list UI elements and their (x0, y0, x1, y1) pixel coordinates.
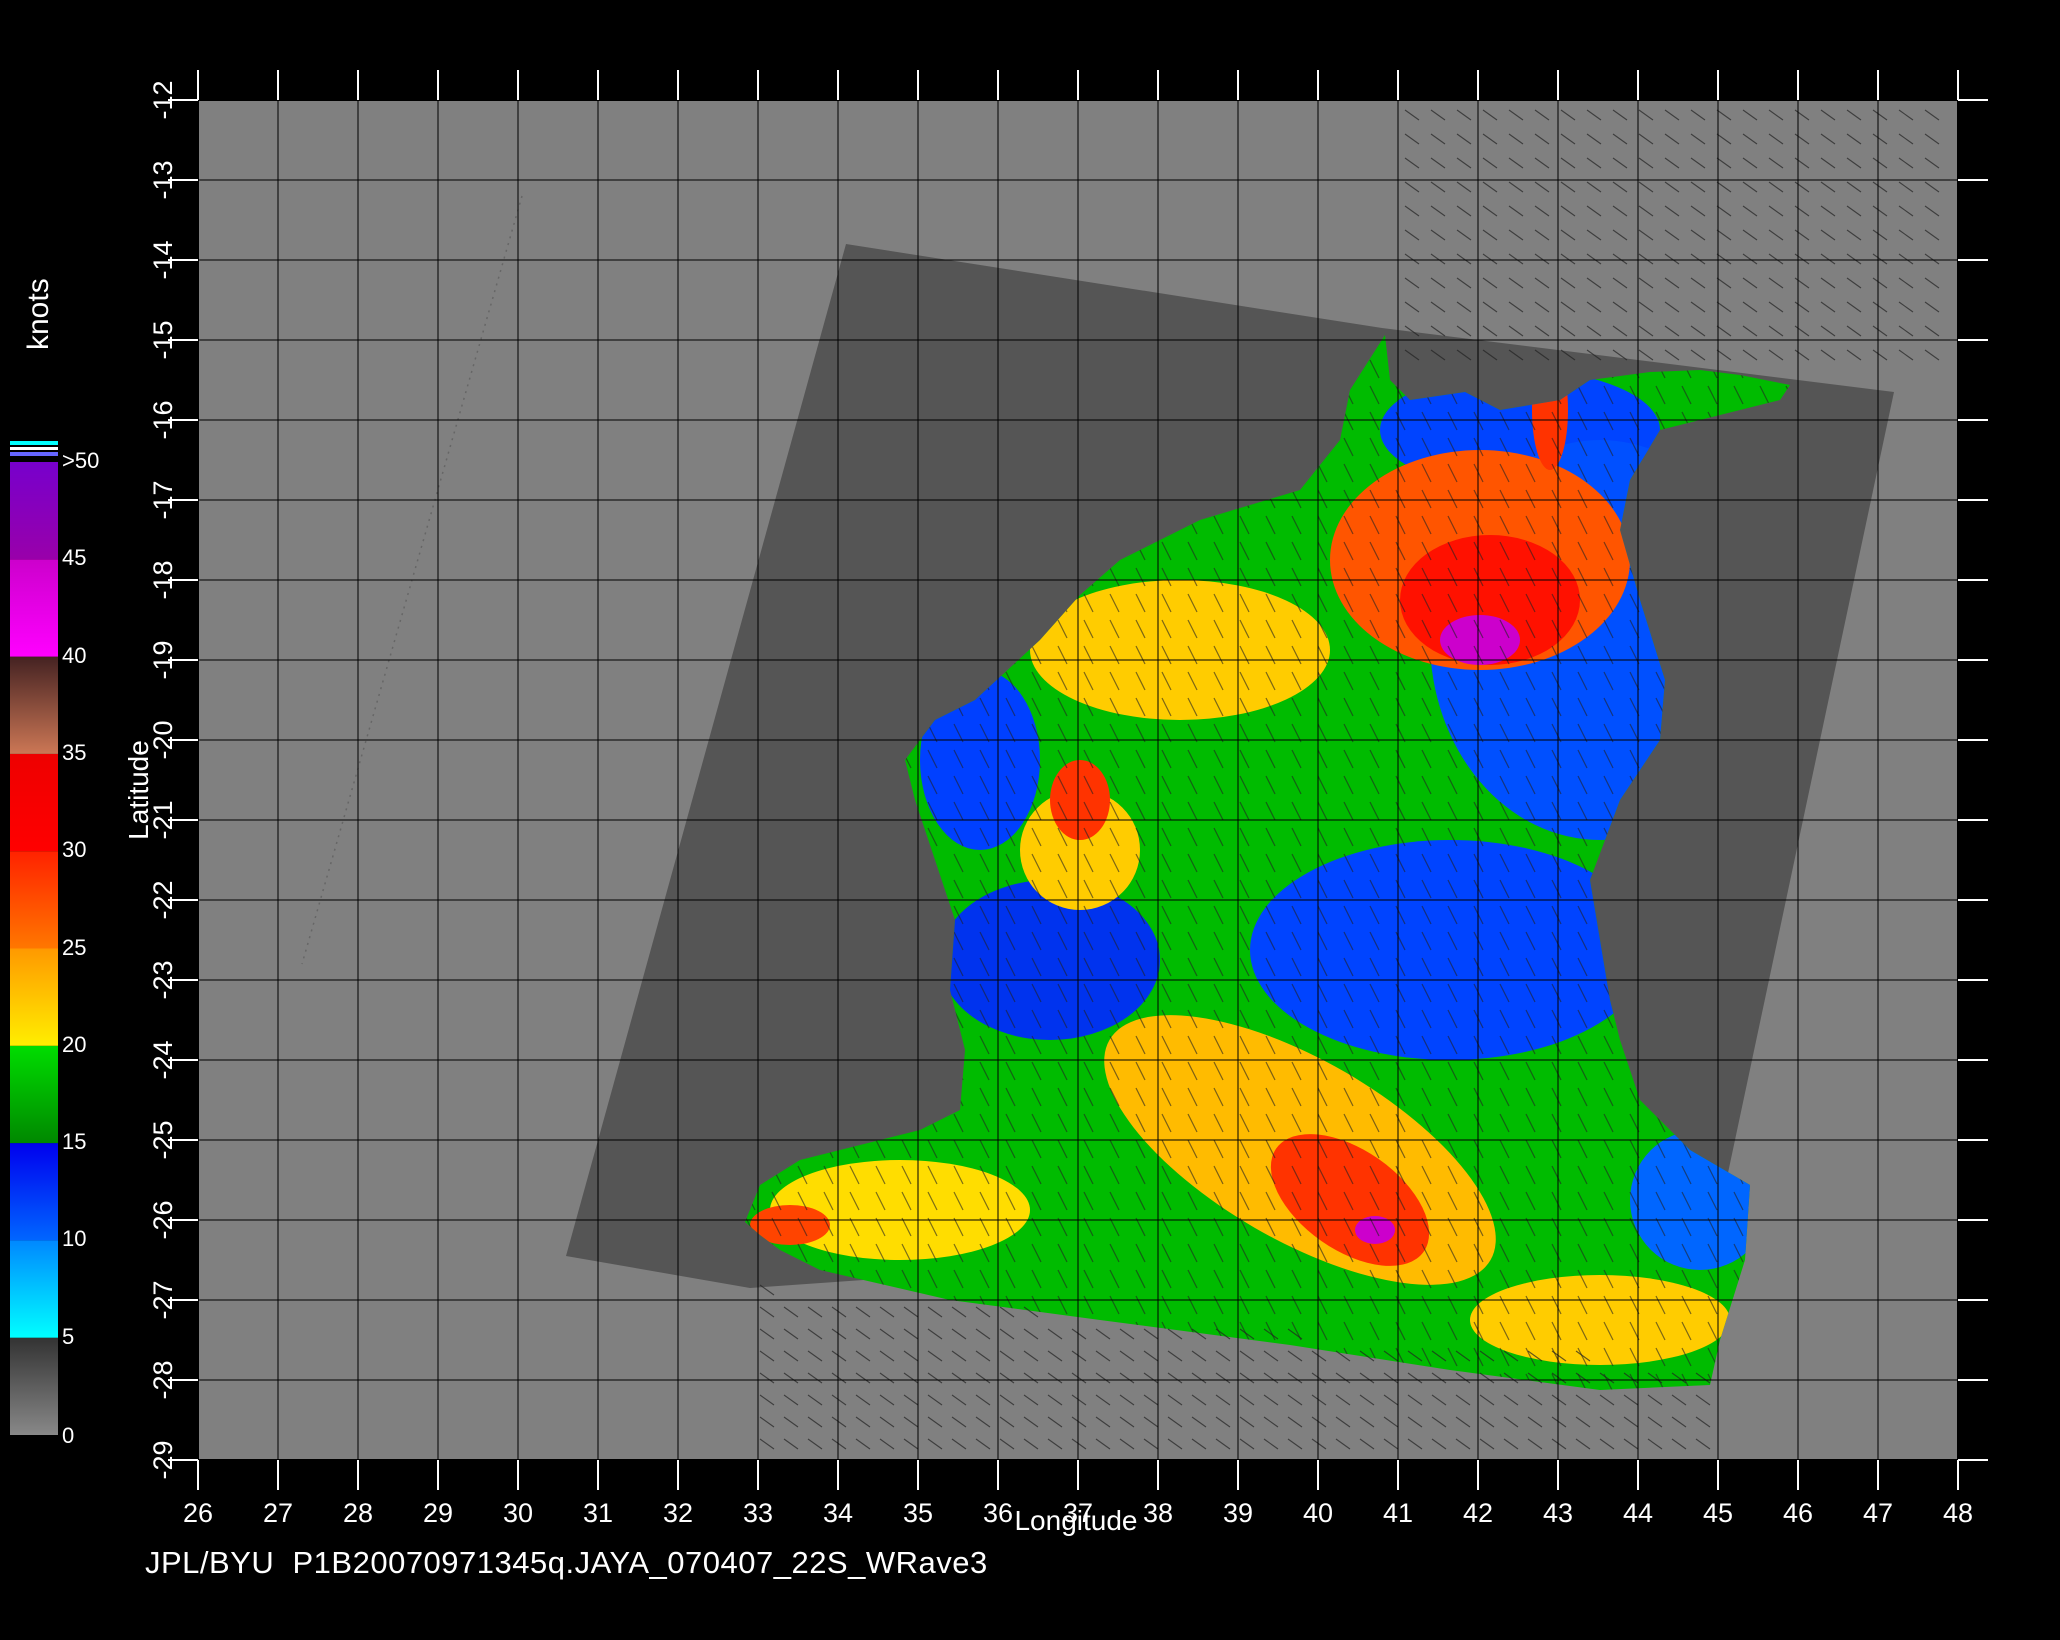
wind-region-red-west (1050, 760, 1110, 840)
lat-tick-label: -13 (148, 160, 178, 199)
lon-tick-label: 31 (583, 1498, 613, 1528)
colorbar-band (10, 1337, 58, 1435)
colorbar-unit-label: knots (22, 278, 55, 350)
lon-tick-label: 41 (1383, 1498, 1413, 1528)
lon-tick-label: 40 (1303, 1498, 1333, 1528)
colorbar-band (10, 851, 58, 949)
lat-tick-label: -25 (148, 1120, 178, 1159)
lon-tick-label: 42 (1463, 1498, 1493, 1528)
wind-region-blue-west (940, 880, 1160, 1040)
colorbar-label: 35 (62, 739, 87, 765)
colorbar-label: 45 (62, 545, 87, 571)
lon-tick-label: 47 (1863, 1498, 1893, 1528)
lon-tick-label: 44 (1623, 1498, 1653, 1528)
x-axis-title: Longitude (1014, 1505, 1137, 1536)
colorbar (10, 441, 58, 1435)
colorbar-label: 10 (62, 1226, 87, 1252)
lat-tick-label: -15 (148, 320, 178, 359)
lat-tick-label: -28 (148, 1360, 178, 1399)
y-axis-title: Latitude (123, 740, 154, 840)
lat-tick-label: -29 (148, 1440, 178, 1479)
lon-tick-label: 43 (1543, 1498, 1573, 1528)
lat-tick-label: -24 (148, 1040, 178, 1079)
colorbar-cap (10, 447, 58, 450)
lon-tick-label: 34 (823, 1498, 853, 1528)
lon-tick-label: 45 (1703, 1498, 1733, 1528)
colorbar-band (10, 656, 58, 754)
colorbar-band (10, 559, 58, 657)
lon-tick-label: 29 (423, 1498, 453, 1528)
lat-tick-label: -19 (148, 640, 178, 679)
colorbar-label: 25 (62, 934, 87, 960)
colorbar-label: >50 (62, 448, 100, 473)
colorbar-band (10, 1143, 58, 1241)
lat-tick-label: -26 (148, 1200, 178, 1239)
lat-tick-label: -22 (148, 880, 178, 919)
lat-tick-label: -17 (148, 480, 178, 519)
colorbar-cap (10, 441, 58, 445)
lon-tick-label: 33 (743, 1498, 773, 1528)
colorbar-band (10, 753, 58, 852)
lat-tick-label: -18 (148, 560, 178, 599)
lon-tick-label: 36 (983, 1498, 1013, 1528)
lon-tick-label: 27 (263, 1498, 293, 1528)
lon-tick-label: 48 (1943, 1498, 1973, 1528)
lon-tick-label: 46 (1783, 1498, 1813, 1528)
wind-region-yellow-north (1030, 580, 1330, 720)
footer-caption: JPL/BYU P1B20070971345q.JAYA_070407_22S_… (145, 1545, 988, 1580)
lon-tick-label: 26 (183, 1498, 213, 1528)
colorbar-band (10, 948, 58, 1046)
lon-tick-label: 35 (903, 1498, 933, 1528)
colorbar-label: 5 (62, 1323, 75, 1349)
colorbar-band (10, 1240, 58, 1338)
colorbar-band (10, 462, 58, 560)
lat-tick-label: -16 (148, 400, 178, 439)
lat-tick-label: -27 (148, 1280, 178, 1319)
colorbar-label: 0 (62, 1423, 75, 1448)
colorbar-cap (10, 452, 58, 456)
lon-tick-label: 38 (1143, 1498, 1173, 1528)
colorbar-label: 30 (62, 837, 87, 863)
lat-tick-label: -14 (148, 240, 178, 279)
colorbar-label: 15 (62, 1129, 87, 1155)
lat-tick-label: -23 (148, 960, 178, 999)
lon-tick-label: 32 (663, 1498, 693, 1528)
colorbar-label: 40 (62, 642, 87, 668)
wind-region-blue-center (1250, 840, 1650, 1060)
colorbar-label: 20 (62, 1031, 87, 1057)
wind-region-yellow-southeast (1470, 1275, 1730, 1365)
lon-tick-label: 39 (1223, 1498, 1253, 1528)
lon-tick-label: 28 (343, 1498, 373, 1528)
lon-tick-label: 30 (503, 1498, 533, 1528)
lat-tick-label: -12 (148, 80, 178, 119)
wind-map: 26 27 28 29 30 31 32 33 34 35 36 37 38 39 40 41 42 43 44 45… (10, 70, 1988, 1536)
colorbar-band (10, 1045, 58, 1144)
